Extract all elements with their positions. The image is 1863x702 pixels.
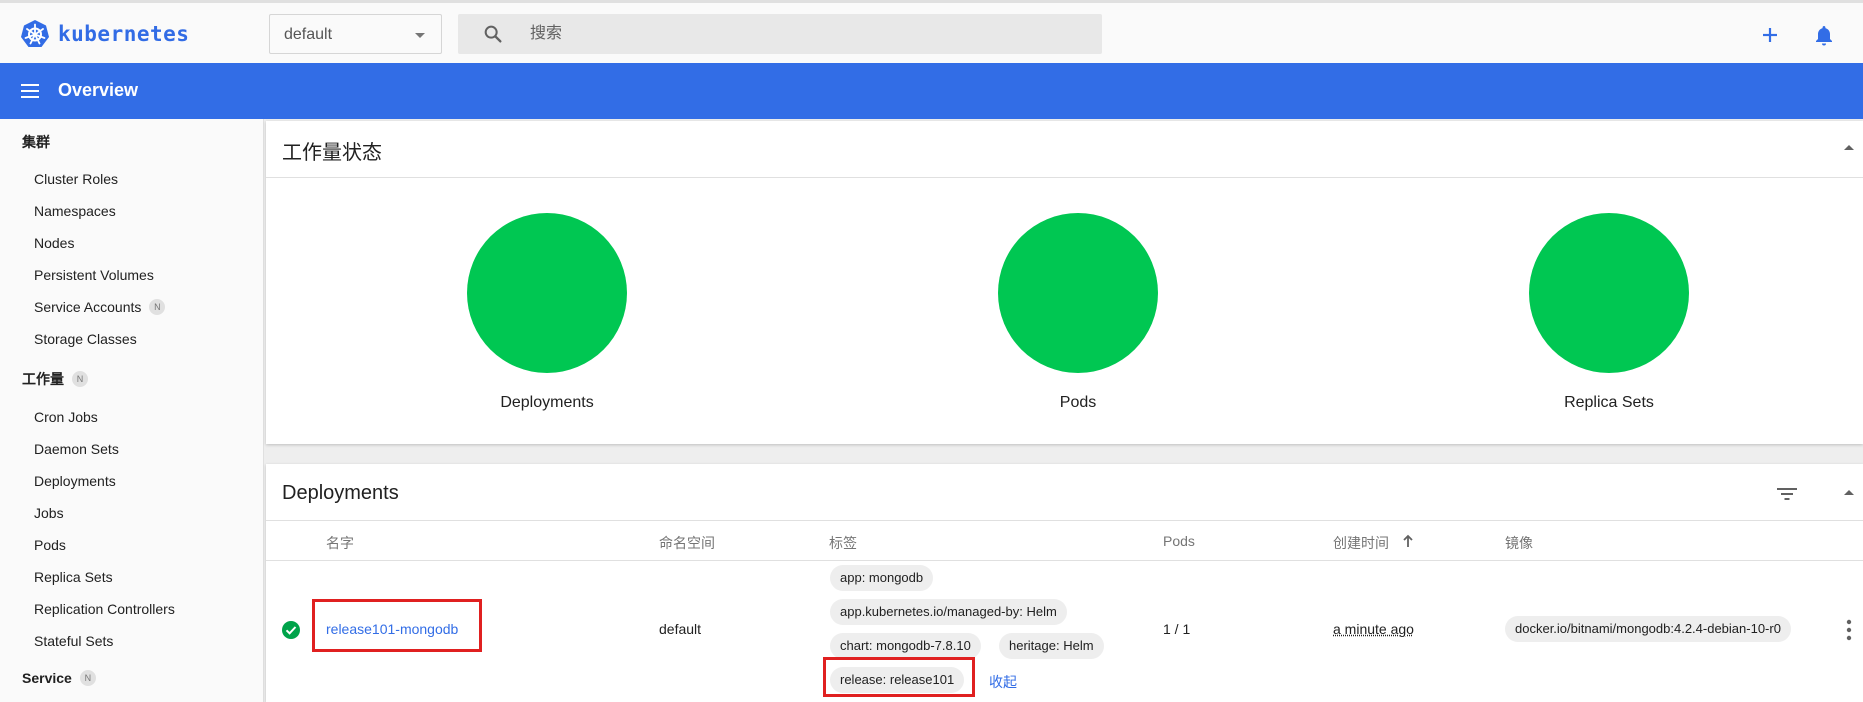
collapse-icon[interactable] (1844, 490, 1854, 495)
status-label-replica-sets: Replica Sets (1564, 394, 1654, 411)
sidebar-section-cluster[interactable]: 集群 (22, 132, 50, 152)
sidebar-item-label: Stateful Sets (34, 633, 114, 649)
divider (266, 520, 1863, 521)
sidebar-section-label: Service (22, 670, 72, 686)
sidebar-item-label: Pods (34, 537, 66, 553)
status-label-pods: Pods (1059, 394, 1097, 411)
status-label-deployments: Deployments (500, 394, 594, 411)
sidebar-item-jobs[interactable]: Jobs (34, 505, 64, 521)
menu-icon[interactable] (21, 83, 39, 99)
arrow-up-icon[interactable] (1402, 534, 1414, 548)
deployments-status-circle[interactable] (467, 213, 627, 373)
sidebar-item-persistent-volumes[interactable]: Persistent Volumes (34, 267, 154, 283)
deployment-pods: 1 / 1 (1163, 621, 1191, 637)
sidebar-item-cluster-roles[interactable]: Cluster Roles (34, 171, 118, 187)
sidebar-item-label: Daemon Sets (34, 441, 119, 457)
column-header-pods: Pods (1163, 533, 1195, 549)
check-circle-icon (282, 621, 300, 639)
namespace-select[interactable]: default (269, 14, 442, 54)
namespace-select-value: default (284, 26, 333, 43)
collapse-labels-link[interactable]: 收起 (989, 672, 1017, 692)
sidebar-item-label: Cron Jobs (34, 409, 98, 425)
search-bar[interactable] (458, 14, 1102, 54)
card-title: Deployments (282, 482, 399, 504)
column-header-labels: 标签 (829, 535, 857, 551)
replica-sets-status-circle[interactable] (1529, 213, 1689, 373)
sidebar-item-label: Cluster Roles (34, 171, 119, 187)
namespaced-badge: N (79, 670, 96, 686)
sidebar-item-service-accounts[interactable]: Service Accounts N (34, 299, 166, 315)
image-chip: docker.io/bitnami/mongodb:4.2.4-debian-1… (1505, 616, 1791, 642)
column-header-namespace[interactable]: 命名空间 (659, 533, 715, 553)
pods-status-circle[interactable] (998, 213, 1158, 373)
column-header-created[interactable]: 创建时间 (1333, 533, 1389, 553)
sidebar-item-label: Jobs (34, 505, 64, 521)
label-chip: release: release101 (830, 667, 965, 693)
column-header-images: 镜像 (1505, 535, 1533, 551)
sidebar-item-storage-classes[interactable]: Storage Classes (34, 331, 137, 347)
deployment-namespace: default (659, 621, 702, 637)
search-icon (484, 25, 502, 43)
sidebar-section-service[interactable]: Service N (22, 670, 96, 686)
sidebar: 集群 Cluster Roles Namespaces Nodes Persis… (0, 119, 264, 702)
sidebar-item-daemon-sets[interactable]: Daemon Sets (34, 441, 119, 457)
collapse-icon[interactable] (1844, 145, 1854, 150)
sidebar-item-cron-jobs[interactable]: Cron Jobs (34, 409, 98, 425)
label-chip: chart: mongodb-7.8.10 (830, 633, 981, 659)
more-vert-icon[interactable] (1846, 619, 1852, 641)
sidebar-item-stateful-sets[interactable]: Stateful Sets (34, 633, 113, 649)
sidebar-item-label: Service Accounts (34, 299, 142, 315)
sidebar-item-pods[interactable]: Pods (34, 537, 66, 553)
workload-status-card: 工作量状态 Deployments Pods Replica Sets (266, 121, 1863, 444)
sidebar-item-replication-controllers[interactable]: Replication Controllers (34, 601, 175, 617)
deployment-created[interactable]: a minute ago (1333, 621, 1414, 637)
plus-icon[interactable] (1758, 23, 1782, 47)
deployments-card: Deployments (266, 464, 1863, 702)
namespaced-badge: N (149, 299, 166, 315)
column-header-name[interactable]: 名字 (326, 533, 354, 553)
sidebar-item-nodes[interactable]: Nodes (34, 235, 74, 251)
sidebar-section-workloads[interactable]: 工作量 N (22, 369, 88, 389)
bell-icon[interactable] (1812, 23, 1836, 47)
sidebar-item-deployments[interactable]: Deployments (34, 473, 116, 489)
brand-name: kubernetes (58, 22, 190, 46)
filter-icon[interactable] (1776, 485, 1798, 503)
sidebar-section-label: 集群 (22, 134, 50, 150)
sidebar-item-label: Storage Classes (34, 331, 137, 347)
sidebar-item-label: Deployments (34, 473, 116, 489)
divider (266, 177, 1863, 178)
label-chip: app.kubernetes.io/managed-by: Helm (830, 599, 1067, 625)
sidebar-item-replica-sets[interactable]: Replica Sets (34, 569, 113, 585)
page-title: Overview (58, 80, 139, 100)
top-bar: kubernetes default (0, 0, 1863, 63)
search-input[interactable] (530, 14, 1090, 54)
sidebar-section-label: 工作量 (22, 371, 64, 387)
card-title: 工作量状态 (282, 142, 382, 164)
sidebar-item-label: Persistent Volumes (34, 267, 154, 283)
sidebar-item-label: Replication Controllers (34, 601, 175, 617)
deployment-name-link[interactable]: release101-mongodb (326, 621, 458, 637)
kubernetes-logo-icon (21, 20, 49, 47)
brand-logo[interactable]: kubernetes (20, 19, 189, 49)
sidebar-item-namespaces[interactable]: Namespaces (34, 203, 116, 219)
page-header: Overview (0, 63, 1863, 119)
sidebar-item-label: Namespaces (34, 203, 116, 219)
sidebar-item-label: Nodes (34, 235, 75, 251)
divider (266, 560, 1863, 561)
namespaced-badge: N (72, 371, 88, 387)
label-chip: app: mongodb (830, 565, 934, 591)
sidebar-item-label: Replica Sets (34, 569, 113, 585)
label-chip: heritage: Helm (999, 633, 1104, 659)
chevron-down-icon (415, 33, 425, 38)
